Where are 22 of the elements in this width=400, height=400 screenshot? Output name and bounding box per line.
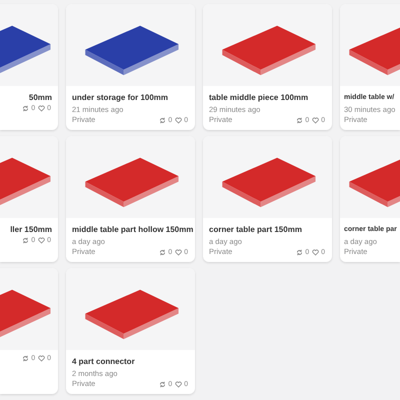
heart-icon <box>38 355 46 362</box>
design-title: 50mm <box>28 92 52 104</box>
remix-icon <box>22 355 30 362</box>
remix-icon <box>296 116 304 124</box>
remix-icon <box>159 116 166 124</box>
design-title: ller 150mm <box>10 224 52 236</box>
heart-icon <box>312 116 320 124</box>
design-title: corner table part 150mm <box>209 224 303 236</box>
heart-icon <box>175 380 182 388</box>
design-title: 4 part connector <box>72 356 136 368</box>
heart-icon <box>175 248 182 256</box>
heart-icon <box>38 237 46 244</box>
heart-icon <box>312 248 320 256</box>
remix-icon <box>159 248 166 256</box>
heart-icon <box>38 105 46 112</box>
heart-icon <box>175 116 182 124</box>
design-title: under storage for 100mm <box>72 92 170 104</box>
remix-icon <box>22 237 30 244</box>
remix-icon <box>159 380 166 388</box>
design-title: table middle piece 100mm <box>209 92 310 104</box>
remix-icon <box>296 248 304 256</box>
remix-icon <box>22 105 30 112</box>
